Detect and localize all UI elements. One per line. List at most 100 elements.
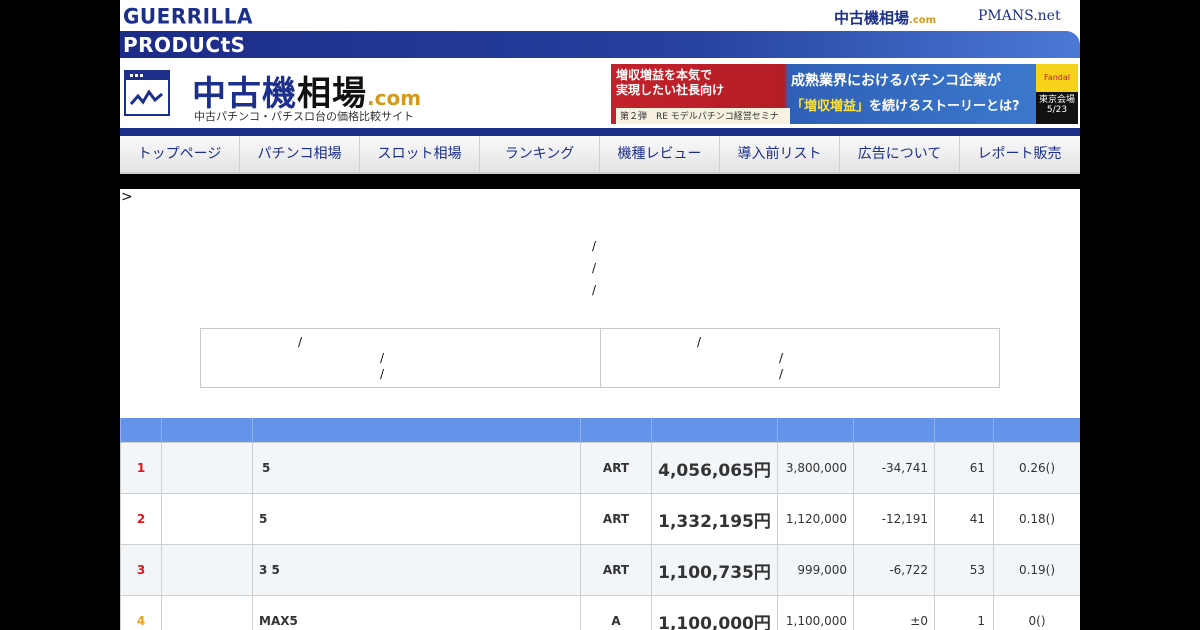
- text-separator: /: [298, 335, 303, 349]
- prev-price-cell: 1,120,000: [777, 493, 854, 545]
- price-cell: 1,100,000円: [651, 595, 778, 630]
- seminar-banner[interactable]: 増収増益を本気で実現したい社長向け 第２弾 RE モデルパチンコ経営セミナー 成…: [611, 64, 1078, 124]
- page: GUERRILLA PRODUCtS 中古機相場.com PMANS.net 中…: [120, 0, 1080, 630]
- nav-item-slot[interactable]: スロット相場: [360, 136, 480, 172]
- text-separator: /: [592, 261, 597, 275]
- header-cell: [651, 418, 778, 443]
- info-box-divider: [600, 329, 601, 387]
- graph-line-icon: [129, 89, 163, 105]
- image-cell: [161, 544, 253, 596]
- nav-item-ads[interactable]: 広告について: [840, 136, 960, 172]
- site-title-com: .com: [367, 86, 422, 110]
- ratio-cell: 0.19(): [993, 544, 1080, 596]
- image-cell: [161, 493, 253, 545]
- nav-item-review[interactable]: 機種レビュー: [600, 136, 720, 172]
- nav-item-pachinko[interactable]: パチンコ相場: [240, 136, 360, 172]
- banner-side: Fandal 東京会場 5/23: [1036, 64, 1078, 124]
- text-separator: /: [380, 351, 385, 365]
- table-row[interactable]: 2 5 ART 1,332,195円 1,120,000 -12,191 41 …: [120, 493, 1080, 545]
- banner-left-line3: 第２弾 RE モデルパチンコ経営セミナー: [616, 108, 790, 124]
- price-cell: 1,100,735円: [651, 544, 778, 596]
- machine-name[interactable]: 5: [252, 493, 581, 545]
- banner-left-line1: 増収増益を本気で: [616, 68, 713, 82]
- ratio-cell: 0(): [993, 595, 1080, 630]
- rank-cell: 4: [120, 595, 162, 630]
- diff-cell: -12,191: [853, 493, 935, 545]
- header-cell: [993, 418, 1080, 443]
- machine-name[interactable]: 5: [252, 442, 581, 494]
- header-cell: [161, 418, 253, 443]
- table-row[interactable]: 3 3 5 ART 1,100,735円 999,000 -6,722 53 0…: [120, 544, 1080, 596]
- nav-item-top[interactable]: トップページ: [120, 136, 240, 172]
- header-cell: [580, 418, 652, 443]
- site-subtitle: 中古パチンコ・パチスロ台の価格比較サイト: [194, 110, 414, 123]
- diff-cell: -6,722: [853, 544, 935, 596]
- ratio-cell: 0.26(): [993, 442, 1080, 494]
- banner-right-line1: 成熟業界におけるパチンコ企業が: [791, 73, 1001, 89]
- header-cell: [252, 418, 581, 443]
- brand-line1[interactable]: GUERRILLA: [123, 3, 253, 28]
- top-strip: GUERRILLA PRODUCtS 中古機相場.com PMANS.net: [120, 0, 1080, 58]
- rank-cell: 3: [120, 544, 162, 596]
- type-cell: ART: [580, 442, 652, 494]
- image-cell: [161, 442, 253, 494]
- price-cell: 4,056,065円: [651, 442, 778, 494]
- machine-name[interactable]: 3 5: [252, 544, 581, 596]
- chart-window-icon[interactable]: [124, 70, 170, 116]
- type-cell: ART: [580, 544, 652, 596]
- banner-side-venue: 東京会場: [1038, 95, 1075, 105]
- count-cell: 53: [934, 544, 994, 596]
- banner-side-logo: Fandal: [1036, 64, 1078, 92]
- nav-item-report[interactable]: レポート販売: [960, 136, 1079, 172]
- info-box: / / / / / /: [200, 328, 1000, 388]
- text-separator: /: [779, 351, 784, 365]
- text-separator: /: [697, 335, 702, 349]
- text-separator: /: [592, 239, 597, 253]
- site-link-com: .com: [909, 15, 937, 26]
- nav-top-line: [120, 128, 1080, 136]
- count-cell: 1: [934, 595, 994, 630]
- header-cell: [777, 418, 854, 443]
- diff-cell: ±0: [853, 595, 935, 630]
- count-cell: 41: [934, 493, 994, 545]
- nav-item-ranking[interactable]: ランキング: [480, 136, 600, 172]
- rank-cell: 1: [120, 442, 162, 494]
- site-link-text: 中古機相場: [834, 9, 910, 27]
- ratio-cell: 0.18(): [993, 493, 1080, 545]
- header-cell: [934, 418, 994, 443]
- prev-price-cell: 3,800,000: [777, 442, 854, 494]
- nav-item-pre-list[interactable]: 導入前リスト: [720, 136, 840, 172]
- header-cell: [853, 418, 935, 443]
- rank-cell: 2: [120, 493, 162, 545]
- diff-cell: -34,741: [853, 442, 935, 494]
- table-row[interactable]: 4 MAX5 A 1,100,000円 1,100,000 ±0 1 0(): [120, 595, 1080, 630]
- text-separator: /: [779, 367, 784, 381]
- nav-separator: [120, 174, 1080, 189]
- breadcrumb[interactable]: >: [121, 189, 133, 205]
- brand-line2[interactable]: PRODUCtS: [123, 33, 246, 57]
- image-cell: [161, 595, 253, 630]
- text-separator: /: [380, 367, 385, 381]
- banner-left-text: 増収増益を本気で 実現したい社長向け: [616, 68, 786, 98]
- banner-right-tail: を続けるストーリーとは?: [869, 99, 1020, 114]
- machine-name[interactable]: MAX5: [252, 595, 581, 630]
- site-link[interactable]: 中古機相場.com: [834, 7, 936, 28]
- banner-highlight: 「増収増益」: [791, 99, 870, 114]
- logo-area: 中古機相場.com 中古パチンコ・パチスロ台の価格比較サイト 増収増益を本気で実…: [120, 58, 1080, 128]
- banner-side-date: 5/23: [1046, 105, 1068, 115]
- prev-price-cell: 999,000: [777, 544, 854, 596]
- header-cell: [120, 418, 162, 443]
- ranking-table: 1 5 ART 4,056,065円 3,800,000 -34,741 61 …: [120, 418, 1080, 630]
- table-row[interactable]: 1 5 ART 4,056,065円 3,800,000 -34,741 61 …: [120, 442, 1080, 494]
- count-cell: 61: [934, 442, 994, 494]
- price-cell: 1,332,195円: [651, 493, 778, 545]
- table-header-row: [120, 418, 1080, 443]
- brand-bar: [120, 31, 1080, 58]
- type-cell: A: [580, 595, 652, 630]
- type-cell: ART: [580, 493, 652, 545]
- main-nav: トップページ パチンコ相場 スロット相場 ランキング 機種レビュー 導入前リスト…: [120, 136, 1080, 174]
- banner-right-line2: 「増収増益」を続けるストーリーとは?: [791, 95, 1020, 114]
- pmans-link[interactable]: PMANS.net: [978, 8, 1061, 24]
- prev-price-cell: 1,100,000: [777, 595, 854, 630]
- banner-left-line2: 実現したい社長向け: [616, 83, 725, 97]
